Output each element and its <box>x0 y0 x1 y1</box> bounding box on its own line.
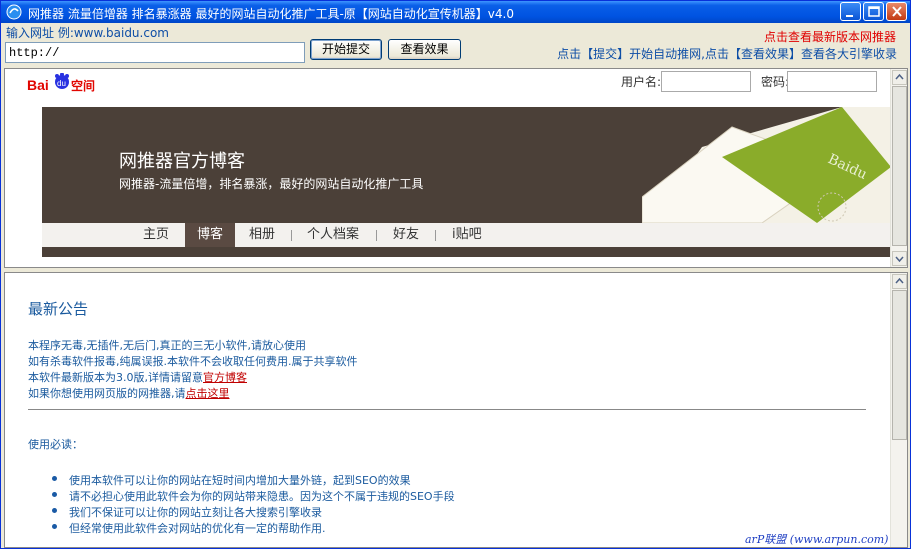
baidu-space-logo: Bai du 空间 <box>27 73 95 93</box>
svg-text:Bai: Bai <box>27 77 49 93</box>
scroll-up-button[interactable] <box>892 274 907 289</box>
svg-text:空间: 空间 <box>71 78 95 93</box>
blog-scrollbar[interactable] <box>890 69 907 267</box>
notice-line: 如有杀毒软件报毒,纯属误报.本软件不会收取任何费用.属于共享软件 <box>28 355 358 368</box>
official-blog-link[interactable]: 官方博客 <box>203 371 247 384</box>
notice-title: 最新公告 <box>28 300 89 318</box>
app-icon <box>6 4 22 20</box>
web-version-link[interactable]: 点击这里 <box>186 387 230 400</box>
bullet-icon <box>52 492 57 497</box>
list-item: 我们不保证可以让你的网站立刻让各大搜索引擎收录 <box>52 504 322 520</box>
bullet-icon <box>52 476 57 481</box>
window-title: 网推器 流量倍增器 排名暴涨器 最好的网站自动化推广工具-原【网站自动化宣传机器… <box>28 7 514 21</box>
view-results-button[interactable]: 查看效果 <box>388 39 461 60</box>
scroll-thumb[interactable] <box>892 86 907 246</box>
bullet-icon <box>52 508 57 513</box>
list-item: 但经常使用此软件会对网站的优化有一定的帮助作用. <box>52 520 326 536</box>
blog-browser-pane: Bai du 空间 用户名: 密码: Baidu 网推器官方博客 网推器-流量倍… <box>4 68 908 268</box>
maximize-button[interactable] <box>863 2 884 21</box>
nav-blog[interactable]: 博客 <box>185 223 236 247</box>
minimize-button[interactable] <box>840 2 861 21</box>
username-input[interactable] <box>661 71 751 92</box>
password-label: 密码: <box>761 75 790 89</box>
scroll-down-button[interactable] <box>892 251 907 266</box>
app-window: 网推器 流量倍增器 排名暴涨器 最好的网站自动化推广工具-原【网站自动化宣传机器… <box>0 0 911 549</box>
close-icon <box>892 6 902 17</box>
nav-friends[interactable]: 好友 <box>393 223 419 247</box>
notice-line-text: 本软件最新版本为3.0版,详情请留意 <box>28 371 203 384</box>
nav-tieba[interactable]: i贴吧 <box>452 223 482 247</box>
arrow-up-icon <box>895 277 904 284</box>
notice-line: 如果你想使用网页版的网推器,请点击这里 <box>28 385 230 401</box>
blog-nav: 主页 博客 相册 个人档案 好友 i贴吧 <box>42 223 891 247</box>
envelope-illustration: Baidu <box>642 107 891 223</box>
title-bar[interactable]: 网推器 流量倍增器 排名暴涨器 最好的网站自动化推广工具-原【网站自动化宣传机器… <box>1 1 910 23</box>
url-input[interactable] <box>5 42 305 63</box>
maximize-icon <box>868 6 880 17</box>
notice-line: 本软件最新版本为3.0版,详情请留意官方博客 <box>28 369 247 385</box>
username-label: 用户名: <box>621 75 662 89</box>
banner-title: 网推器官方博客 <box>119 151 245 172</box>
latest-version-link[interactable]: 点击查看最新版本网推器 <box>764 28 896 45</box>
arrow-down-icon <box>895 256 904 263</box>
list-item: 使用本软件可以让你的网站在短时间内增加大量外链，起到SEO的效果 <box>52 472 411 488</box>
nav-separator <box>291 230 292 241</box>
nav-home[interactable]: 主页 <box>143 223 169 247</box>
bullet-icon <box>52 524 57 529</box>
scroll-up-button[interactable] <box>892 70 907 85</box>
svg-text:du: du <box>57 79 66 88</box>
nav-separator <box>435 230 436 241</box>
password-input[interactable] <box>787 71 877 92</box>
watermark: arP联盟 (www.arpun.com) <box>745 533 889 546</box>
notice-line: 本程序无毒,无插件,无后门,真正的三无小软件,请放心使用 <box>28 339 306 352</box>
must-read-title: 使用必读： <box>28 438 83 451</box>
notice-browser-pane: 最新公告 本程序无毒,无插件,无后门,真正的三无小软件,请放心使用 如有杀毒软件… <box>4 272 908 548</box>
submit-button[interactable]: 开始提交 <box>310 39 382 60</box>
scroll-thumb[interactable] <box>892 290 907 440</box>
nav-profile[interactable]: 个人档案 <box>307 223 359 247</box>
list-item: 请不必担心使用此软件会为你的网站带来隐患。因为这个不属于违规的SEO手段 <box>52 488 455 504</box>
close-button[interactable] <box>886 2 907 21</box>
notice-line-text: 如果你想使用网页版的网推器,请 <box>28 387 186 400</box>
url-label: 输入网址 例:www.baidu.com <box>6 26 169 40</box>
divider <box>28 409 866 410</box>
blog-banner: Baidu 网推器官方博客 网推器-流量倍增，排名暴涨，最好的网站自动化推广工具… <box>42 107 891 257</box>
minimize-icon <box>846 15 853 17</box>
toolbar: 输入网址 例:www.baidu.com 开始提交 查看效果 点击查看最新版本网… <box>1 23 910 67</box>
banner-subtitle: 网推器-流量倍增，排名暴涨，最好的网站自动化推广工具 <box>119 177 424 191</box>
usage-hint: 点击【提交】开始自动推网,点击【查看效果】查看各大引擎收录 <box>557 47 897 61</box>
nav-album[interactable]: 相册 <box>249 223 275 247</box>
notice-scrollbar[interactable] <box>890 273 907 547</box>
arrow-up-icon <box>895 73 904 80</box>
nav-separator <box>376 230 377 241</box>
